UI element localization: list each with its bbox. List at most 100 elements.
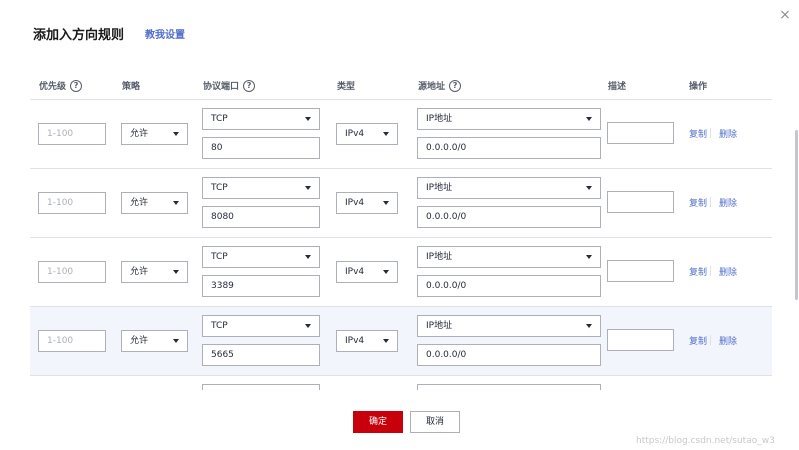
- delete-link[interactable]: 删除: [719, 334, 737, 347]
- table-header: 优先级? 策略 协议端口? 类型 源地址? 描述 操作: [30, 74, 772, 100]
- protocol-select[interactable]: TCP: [202, 108, 320, 130]
- protocol-select[interactable]: TCP: [202, 315, 320, 337]
- source-ip-input[interactable]: 0.0.0.0/0: [417, 275, 601, 297]
- chevron-down-icon: [586, 117, 592, 121]
- source-type-value: IP地址: [426, 252, 453, 262]
- port-input[interactable]: 8080: [202, 206, 320, 228]
- priority-input[interactable]: 1-100: [38, 123, 106, 145]
- divider: [710, 128, 711, 138]
- protocol-value: TCP: [211, 183, 228, 193]
- chevron-down-icon: [173, 132, 179, 136]
- port-input[interactable]: 3389: [202, 275, 320, 297]
- chevron-down-icon: [383, 132, 389, 136]
- port-input[interactable]: 5665: [202, 344, 320, 366]
- delete-link[interactable]: 删除: [719, 127, 737, 140]
- type-value: IPv4: [345, 336, 365, 346]
- description-input[interactable]: [607, 329, 674, 351]
- header-source-label: 源地址: [418, 82, 446, 92]
- protocol-select[interactable]: TCP: [202, 246, 320, 268]
- divider: [710, 335, 711, 345]
- priority-input[interactable]: 1-100: [38, 192, 106, 214]
- chevron-down-icon: [586, 324, 592, 328]
- chevron-down-icon: [173, 270, 179, 274]
- chevron-down-icon: [173, 201, 179, 205]
- dialog-title: 添加入方向规则: [33, 28, 125, 43]
- table-row: 1-100 允许 TCP 3389 IPv4 IP地址 0.0.0.0/0 复制…: [30, 238, 772, 307]
- chevron-down-icon: [586, 186, 592, 190]
- policy-value: 允许: [130, 129, 149, 139]
- delete-link[interactable]: 删除: [719, 265, 737, 278]
- protocol-select[interactable]: [202, 384, 320, 390]
- table-row: 1-100 允许 TCP 8080 IPv4 IP地址 0.0.0.0/0 复制…: [30, 169, 772, 238]
- header-priority: 优先级?: [39, 74, 83, 100]
- confirm-button[interactable]: 确定: [353, 411, 403, 433]
- header-priority-label: 优先级: [39, 82, 67, 92]
- chevron-down-icon: [173, 339, 179, 343]
- protocol-value: TCP: [211, 114, 228, 124]
- help-icon[interactable]: ?: [449, 79, 462, 92]
- copy-link[interactable]: 复制: [689, 127, 707, 140]
- header-source: 源地址?: [418, 74, 462, 100]
- chevron-down-icon: [305, 255, 311, 259]
- chevron-down-icon: [383, 270, 389, 274]
- source-type-value: IP地址: [426, 114, 453, 124]
- source-type-select[interactable]: IP地址: [417, 246, 601, 268]
- type-value: IPv4: [345, 129, 365, 139]
- port-input[interactable]: 80: [202, 137, 320, 159]
- source-type-select[interactable]: [417, 384, 601, 390]
- source-ip-input[interactable]: 0.0.0.0/0: [417, 206, 601, 228]
- source-type-select[interactable]: IP地址: [417, 177, 601, 199]
- policy-select[interactable]: 允许: [121, 330, 188, 352]
- policy-value: 允许: [130, 198, 149, 208]
- policy-select[interactable]: 允许: [121, 261, 188, 283]
- description-input[interactable]: [607, 191, 674, 213]
- cancel-button[interactable]: 取消: [410, 411, 460, 433]
- source-ip-input[interactable]: 0.0.0.0/0: [417, 344, 601, 366]
- type-select[interactable]: IPv4: [336, 123, 398, 145]
- divider: [710, 197, 711, 207]
- policy-select[interactable]: 允许: [121, 192, 188, 214]
- chevron-down-icon: [383, 339, 389, 343]
- protocol-select[interactable]: TCP: [202, 177, 320, 199]
- copy-link[interactable]: 复制: [689, 196, 707, 209]
- rules-table: 优先级? 策略 协议端口? 类型 源地址? 描述 操作 1-100 允许 TCP…: [30, 74, 772, 390]
- vertical-scrollbar[interactable]: [795, 130, 798, 300]
- chevron-down-icon: [586, 255, 592, 259]
- table-row: 1-100 允许 TCP 80 IPv4 IP地址 0.0.0.0/0 复制 删…: [30, 100, 772, 169]
- policy-select[interactable]: 允许: [121, 123, 188, 145]
- protocol-value: TCP: [211, 321, 228, 331]
- copy-link[interactable]: 复制: [689, 265, 707, 278]
- chevron-down-icon: [305, 324, 311, 328]
- source-ip-input[interactable]: 0.0.0.0/0: [417, 137, 601, 159]
- help-icon[interactable]: ?: [70, 79, 83, 92]
- help-icon[interactable]: ?: [243, 79, 256, 92]
- policy-value: 允许: [130, 267, 149, 277]
- header-action: 操作: [689, 82, 708, 92]
- source-type-value: IP地址: [426, 321, 453, 331]
- watermark: https://blog.csdn.net/sutao_w3: [636, 436, 775, 446]
- source-type-select[interactable]: IP地址: [417, 108, 601, 130]
- description-input[interactable]: [607, 260, 674, 282]
- type-select[interactable]: IPv4: [336, 192, 398, 214]
- chevron-down-icon: [383, 201, 389, 205]
- table-row-partial: [30, 376, 772, 390]
- header-protocol-port: 协议端口?: [203, 74, 256, 100]
- protocol-value: TCP: [211, 252, 228, 262]
- chevron-down-icon: [305, 186, 311, 190]
- description-input[interactable]: [607, 122, 674, 144]
- type-select[interactable]: IPv4: [336, 330, 398, 352]
- close-icon[interactable]: ×: [778, 8, 792, 22]
- priority-input[interactable]: 1-100: [38, 261, 106, 283]
- header-type: 类型: [337, 82, 356, 92]
- divider: [710, 266, 711, 276]
- delete-link[interactable]: 删除: [719, 196, 737, 209]
- help-link[interactable]: 教我设置: [145, 26, 185, 41]
- type-select[interactable]: IPv4: [336, 261, 398, 283]
- priority-input[interactable]: 1-100: [38, 330, 106, 352]
- header-description: 描述: [608, 82, 627, 92]
- add-inbound-rule-dialog: × 添加入方向规则 教我设置 优先级? 策略 协议端口? 类型 源地址? 描述 …: [0, 0, 799, 450]
- table-row: 1-100 允许 TCP 5665 IPv4 IP地址 0.0.0.0/0 复制…: [30, 307, 772, 376]
- header-protocol-port-label: 协议端口: [203, 82, 240, 92]
- source-type-select[interactable]: IP地址: [417, 315, 601, 337]
- copy-link[interactable]: 复制: [689, 334, 707, 347]
